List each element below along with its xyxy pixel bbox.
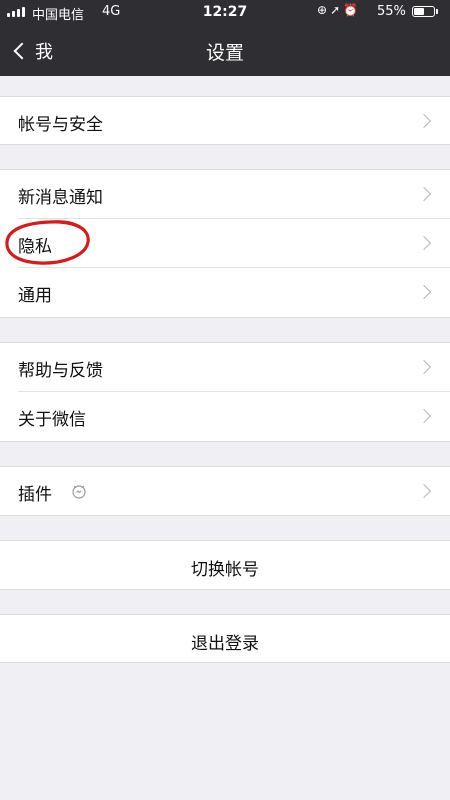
battery-percentage: 55% <box>377 4 406 19</box>
alarm-icon: ⏰ <box>343 3 362 17</box>
switch-account-label: 切换帐号 <box>191 560 259 580</box>
menu-item-label: 通用 <box>18 286 52 306</box>
menu-item-account-security[interactable]: 帐号与安全 <box>0 96 450 145</box>
chevron-right-icon <box>416 408 432 424</box>
menu-item-label: 插件 <box>18 485 52 505</box>
chevron-right-icon <box>416 113 432 129</box>
menu-item-label: 隐私 <box>18 237 52 257</box>
switch-account-button[interactable]: 切换帐号 <box>0 540 450 590</box>
menu-item-general[interactable]: 通用 <box>0 268 450 318</box>
status-icons: ⊕➚⏰ <box>317 3 361 17</box>
chevron-right-icon <box>416 284 432 300</box>
lock-rotation-icon: ⊕ <box>317 3 331 17</box>
menu-item-label: 帮助与反馈 <box>18 361 103 381</box>
menu-item-label: 新消息通知 <box>18 188 103 208</box>
page-title: 设置 <box>205 42 244 64</box>
navigation-bar: 中国电信 4G 12:27 ⊕➚⏰ 55% 我 设置 <box>0 0 450 76</box>
menu-item-privacy[interactable]: 隐私 <box>0 219 450 268</box>
chevron-right-icon <box>416 186 432 202</box>
logout-button[interactable]: 退出登录 <box>0 614 450 663</box>
battery-tip <box>436 9 438 14</box>
menu-item-new-message-notification[interactable]: 新消息通知 <box>0 169 450 219</box>
plugin-icon <box>72 485 86 499</box>
chevron-right-icon <box>416 235 432 251</box>
status-bar: 中国电信 4G 12:27 ⊕➚⏰ 55% <box>0 0 450 24</box>
menu-item-label: 帐号与安全 <box>18 115 103 135</box>
menu-item-help-feedback[interactable]: 帮助与反馈 <box>0 342 450 392</box>
menu-item-plugins[interactable]: 插件 <box>0 466 450 516</box>
battery-icon <box>412 6 435 17</box>
logout-label: 退出登录 <box>191 634 259 654</box>
chevron-right-icon <box>416 359 432 375</box>
location-icon: ➚ <box>330 3 344 17</box>
menu-item-label: 关于微信 <box>18 410 86 430</box>
chevron-right-icon <box>416 483 432 499</box>
menu-item-about-wechat[interactable]: 关于微信 <box>0 392 450 442</box>
